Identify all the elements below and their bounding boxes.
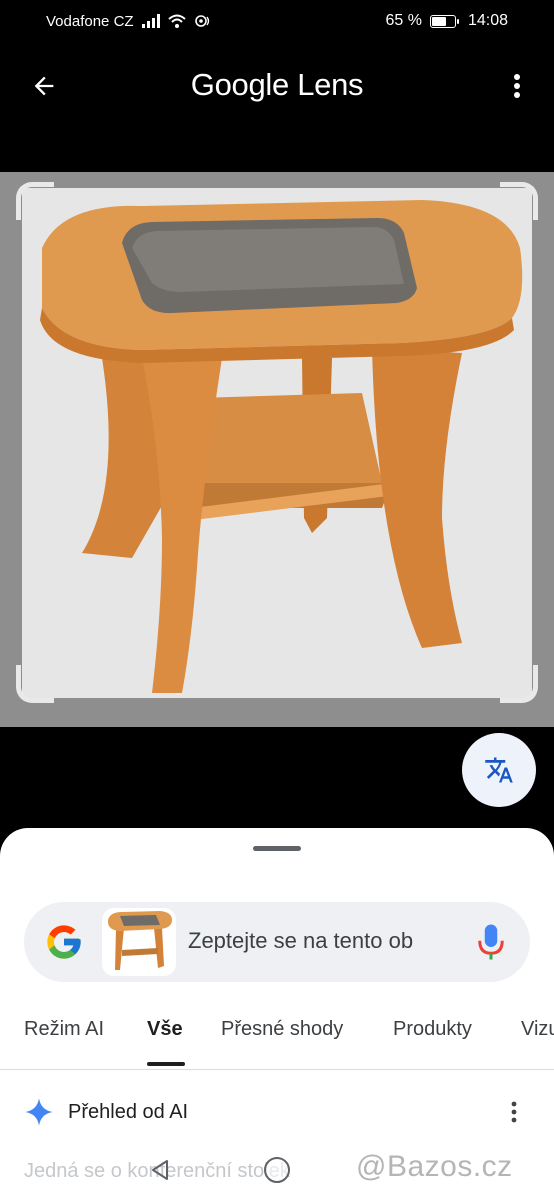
translate-icon <box>485 757 513 783</box>
nav-back-icon[interactable] <box>148 1158 172 1182</box>
ai-overview-title: Přehled od AI <box>68 1100 189 1123</box>
clock: 14:08 <box>467 12 508 29</box>
status-bar: Vodafone CZ 65 % 14:08 <box>0 0 554 42</box>
active-tab-indicator <box>147 1062 185 1066</box>
signal-icon <box>141 14 160 28</box>
more-vert-icon <box>514 74 520 98</box>
back-button[interactable] <box>24 66 64 106</box>
page-title: Google Lens <box>190 67 364 102</box>
tab-products[interactable]: Produkty <box>393 1018 472 1041</box>
tab-all[interactable]: Vše <box>147 1018 183 1041</box>
battery-percent: 65 % <box>385 12 422 29</box>
sparkle-icon <box>25 1098 53 1126</box>
query-image-thumbnail[interactable] <box>102 908 176 976</box>
google-g-logo <box>47 925 81 959</box>
tab-exact-matches[interactable]: Přesné shody <box>221 1018 343 1041</box>
tab-visual[interactable]: Vizu <box>521 1018 554 1041</box>
watermark: @Bazos.cz <box>356 1150 513 1183</box>
nav-home-button[interactable] <box>264 1157 290 1183</box>
battery-icon <box>429 14 459 28</box>
search-box[interactable]: Zeptejte se na tento ob <box>24 902 530 982</box>
results-sheet: Zeptejte se na tento ob Režim AI Vše Pře… <box>0 828 554 1200</box>
arrow-back-icon <box>34 76 54 96</box>
results-tabs: Režim AI Vše Přesné shody Produkty Vizu <box>0 1010 554 1070</box>
table-image <box>22 188 532 698</box>
more-options-button[interactable] <box>504 66 530 106</box>
mic-icon[interactable] <box>476 922 506 962</box>
search-input[interactable]: Zeptejte se na tento ob <box>188 928 413 954</box>
drag-handle[interactable] <box>253 846 301 851</box>
crop-handle-bottom-right[interactable] <box>500 665 538 703</box>
wifi-icon <box>167 14 186 28</box>
translate-button[interactable] <box>462 733 536 807</box>
crop-handle-bottom-left[interactable] <box>16 665 54 703</box>
more-vert-icon[interactable] <box>506 1100 522 1124</box>
crop-handle-top-right[interactable] <box>500 182 538 220</box>
lens-image-area[interactable] <box>0 172 554 727</box>
carrier-label: Vodafone CZ <box>46 12 134 30</box>
tab-ai-mode[interactable]: Režim AI <box>24 1018 104 1041</box>
app-bar: Google Lens <box>0 52 554 118</box>
crop-handle-top-left[interactable] <box>16 182 54 220</box>
hotspot-icon <box>194 15 209 27</box>
ai-overview-header[interactable]: Přehled od AI <box>24 1094 530 1130</box>
